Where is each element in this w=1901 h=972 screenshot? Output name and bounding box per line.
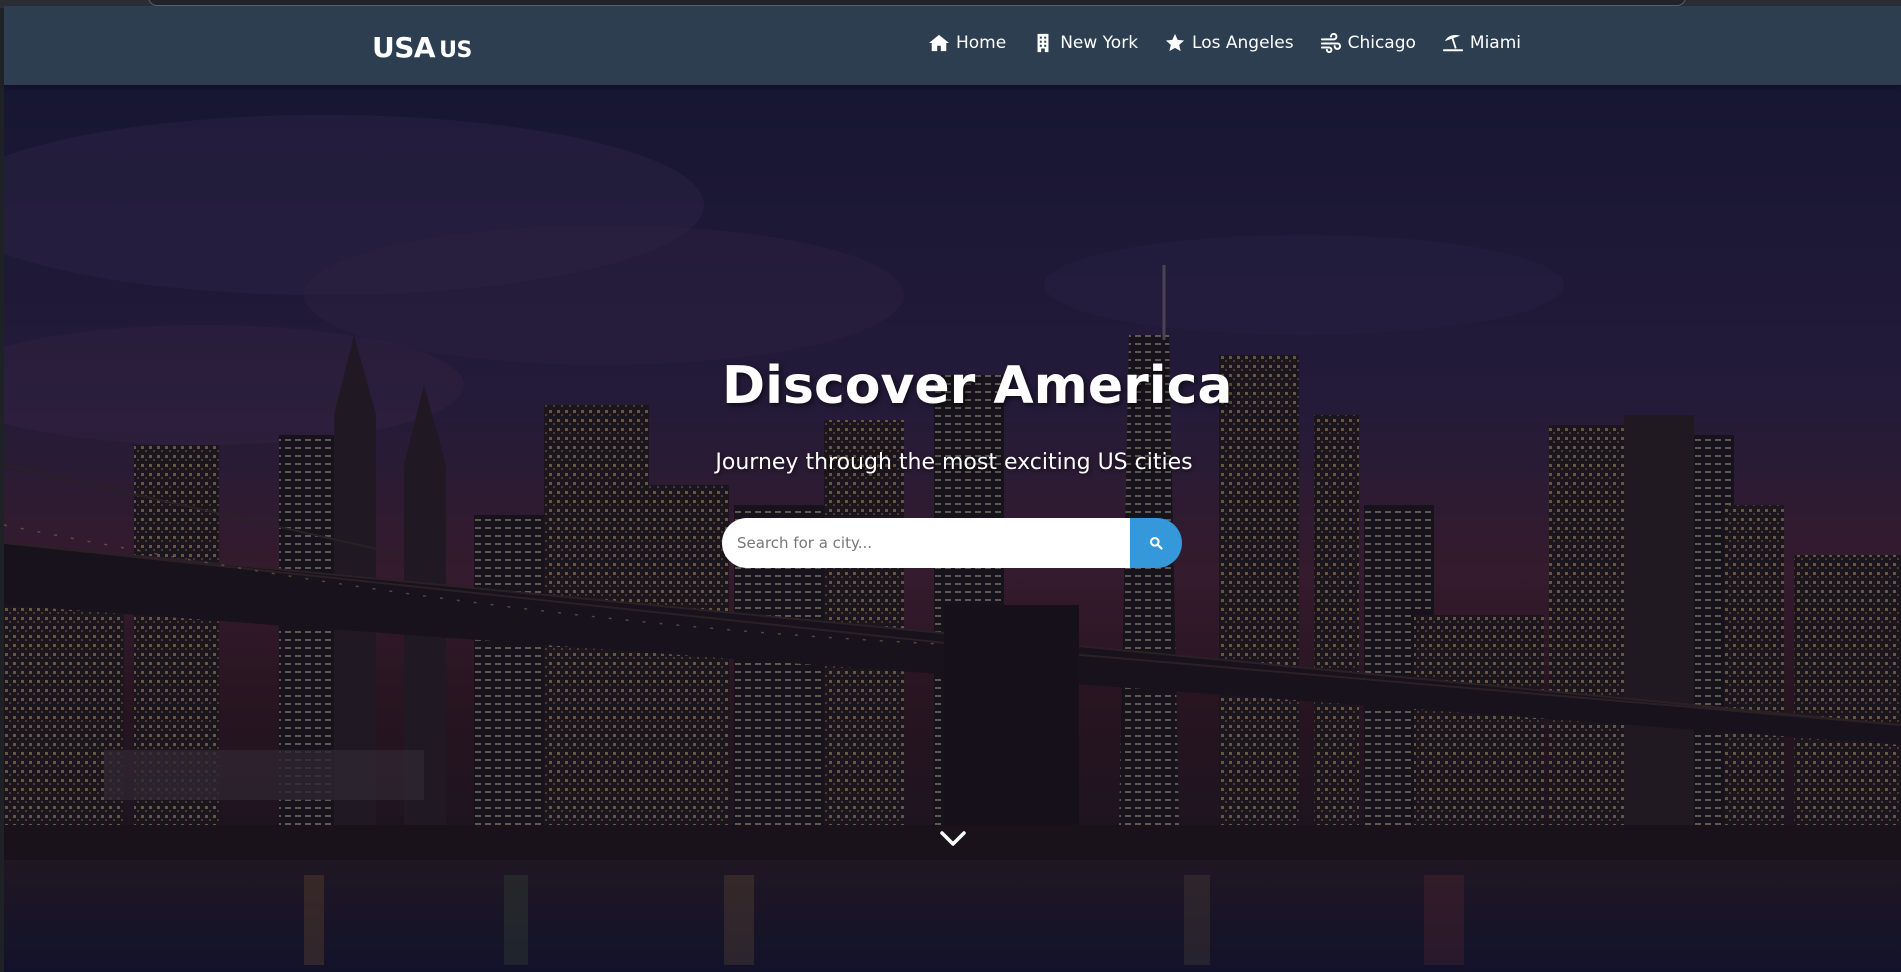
logo-suffix: US <box>439 38 472 63</box>
hero-title: Discover America <box>722 356 1233 416</box>
logo-text: USA <box>372 31 436 64</box>
nav-item-home[interactable]: Home <box>928 33 1006 53</box>
navbar: USA US Home New York Los Angeles Chicago… <box>4 6 1901 85</box>
search-icon <box>1150 537 1163 550</box>
browser-frame: USA US Home New York Los Angeles Chicago… <box>0 0 1901 972</box>
scroll-down-button[interactable] <box>938 826 968 850</box>
star-icon <box>1165 33 1185 52</box>
city-search <box>722 518 1182 568</box>
nav-item-label: Chicago <box>1347 33 1416 53</box>
hero-subtitle: Journey through the most exciting US cit… <box>715 450 1193 475</box>
nav-item-label: Miami <box>1469 33 1521 53</box>
home-icon <box>928 34 949 52</box>
nav-item-new-york[interactable]: New York <box>1032 33 1138 53</box>
main-nav: Home New York Los Angeles Chicago Miami <box>928 33 1521 53</box>
building-icon <box>1037 33 1049 53</box>
page: USA US Home New York Los Angeles Chicago… <box>4 6 1901 972</box>
nav-item-label: Los Angeles <box>1192 33 1294 53</box>
search-button[interactable] <box>1130 518 1182 568</box>
umbrella-beach-icon <box>1442 35 1463 52</box>
site-logo[interactable]: USA US <box>372 31 472 64</box>
wind-icon <box>1320 33 1341 53</box>
search-input[interactable] <box>722 518 1130 568</box>
nav-item-label: New York <box>1060 33 1139 53</box>
nav-item-chicago[interactable]: Chicago <box>1320 33 1416 53</box>
nav-item-los-angeles[interactable]: Los Angeles <box>1164 33 1294 53</box>
chevron-down-icon <box>940 831 966 846</box>
nav-item-miami[interactable]: Miami <box>1442 33 1521 53</box>
nav-item-label: Home <box>955 33 1007 53</box>
